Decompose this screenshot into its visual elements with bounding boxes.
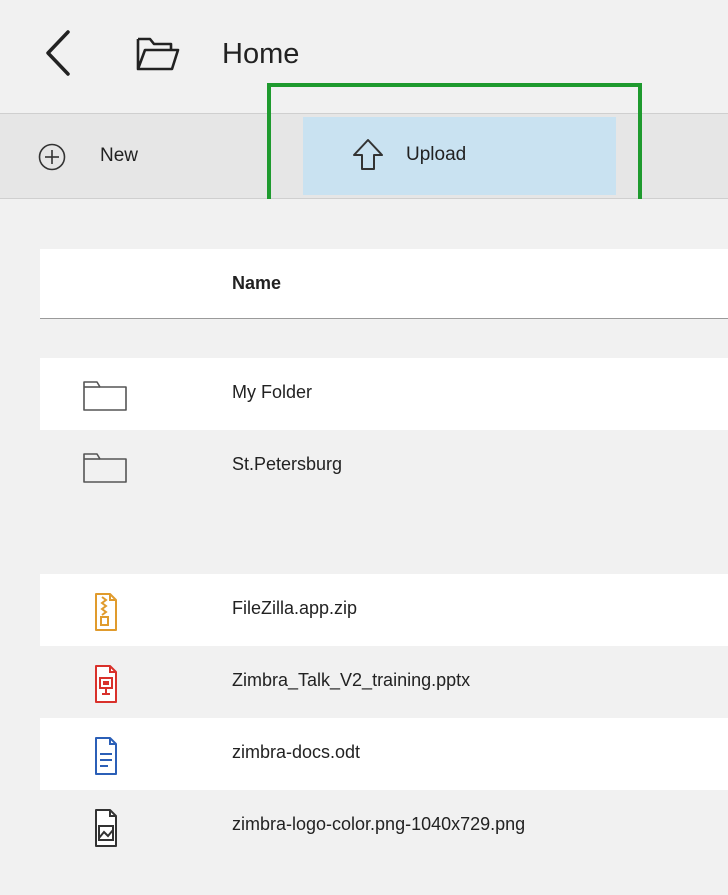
list-item-file[interactable]: Zimbra_Talk_V2_training.pptx (40, 646, 728, 718)
column-header-name[interactable]: Name (232, 273, 281, 294)
upload-button[interactable]: Upload (303, 117, 616, 195)
list-item-file[interactable]: zimbra-docs.odt (40, 718, 728, 790)
list-item-label: zimbra-logo-color.png-1040x729.png (232, 814, 526, 834)
folder-icon (83, 381, 127, 411)
column-header: Name (40, 249, 728, 319)
chevron-left-icon (46, 30, 70, 76)
new-button-label: New (100, 145, 139, 166)
page-title: Home (222, 38, 300, 70)
folder-open-icon (135, 36, 181, 72)
image-file-icon (95, 809, 117, 847)
header-bar: Home (0, 0, 728, 113)
presentation-file-icon (95, 665, 117, 703)
file-list: Name My Folder St.Petersburg FileZilla.a… (0, 199, 728, 895)
list-item-label: Zimbra_Talk_V2_training.pptx (232, 670, 471, 690)
list-item-folder[interactable]: St.Petersburg (40, 430, 728, 502)
list-item-label: zimbra-docs.odt (232, 742, 361, 762)
arrow-up-icon (353, 139, 383, 170)
list-item-file[interactable]: FileZilla.app.zip (40, 574, 728, 646)
document-file-icon (95, 737, 117, 775)
list-item-label: St.Petersburg (232, 454, 343, 474)
folder-icon (83, 453, 127, 483)
list-item-label: My Folder (232, 382, 313, 402)
toolbar: New Upload (0, 113, 728, 199)
zip-file-icon (95, 593, 117, 631)
new-button[interactable]: New (0, 114, 300, 198)
list-item-folder[interactable]: My Folder (40, 358, 728, 430)
list-item-label: FileZilla.app.zip (232, 598, 358, 618)
back-button[interactable] (38, 28, 82, 78)
plus-circle-icon (38, 143, 66, 171)
list-item-file[interactable]: zimbra-logo-color.png-1040x729.png (40, 790, 728, 862)
file-browser-page: Home New Upload Name My Folder St.Peters… (0, 0, 728, 895)
upload-button-label: Upload (406, 144, 467, 165)
